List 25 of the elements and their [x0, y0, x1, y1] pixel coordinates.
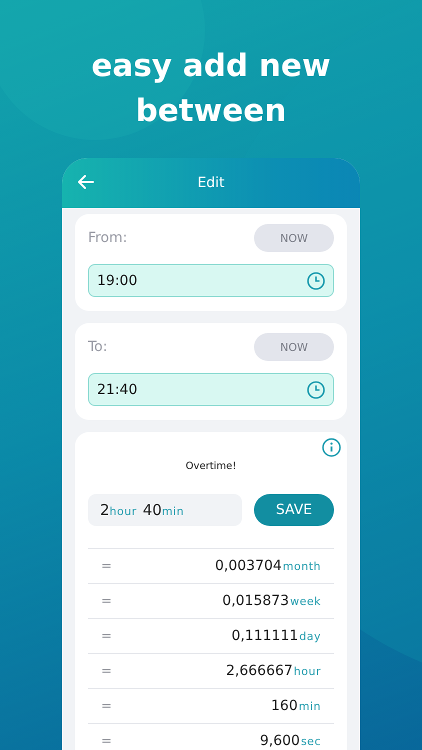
screen-title: Edit — [197, 175, 225, 191]
equals-sign: = — [101, 558, 112, 574]
equals-sign: = — [101, 664, 112, 678]
time-label: From: — [88, 230, 128, 246]
back-icon[interactable] — [78, 175, 94, 189]
time-label: To: — [88, 339, 108, 355]
conversion-value: 160 min — [271, 698, 321, 714]
conversion-value: 9,600 sec — [260, 733, 321, 749]
result-title: Overtime! — [186, 461, 236, 472]
equals-sign: = — [101, 698, 112, 714]
equals-sign: = — [101, 734, 112, 748]
duration-field[interactable]: 2 hour 40min — [88, 494, 242, 526]
equals-sign: = — [101, 628, 112, 644]
clock-icon[interactable] — [307, 380, 325, 398]
equals-sign: = — [101, 594, 112, 608]
conversion-value: 2,666667 hour — [226, 663, 321, 679]
info-icon[interactable] — [322, 438, 341, 457]
time-field[interactable]: 21:40 — [88, 373, 334, 406]
time-field[interactable]: 19:00 — [88, 264, 334, 297]
headline: easy add new between — [90, 47, 332, 131]
conversion-value: 0,015873 week — [222, 593, 321, 609]
conversion-value: 0,003704 month — [214, 558, 321, 574]
save-button[interactable]: SAVE — [254, 494, 334, 526]
conversion-value: 0,111111 day — [231, 628, 321, 644]
clock-icon[interactable] — [307, 272, 325, 290]
